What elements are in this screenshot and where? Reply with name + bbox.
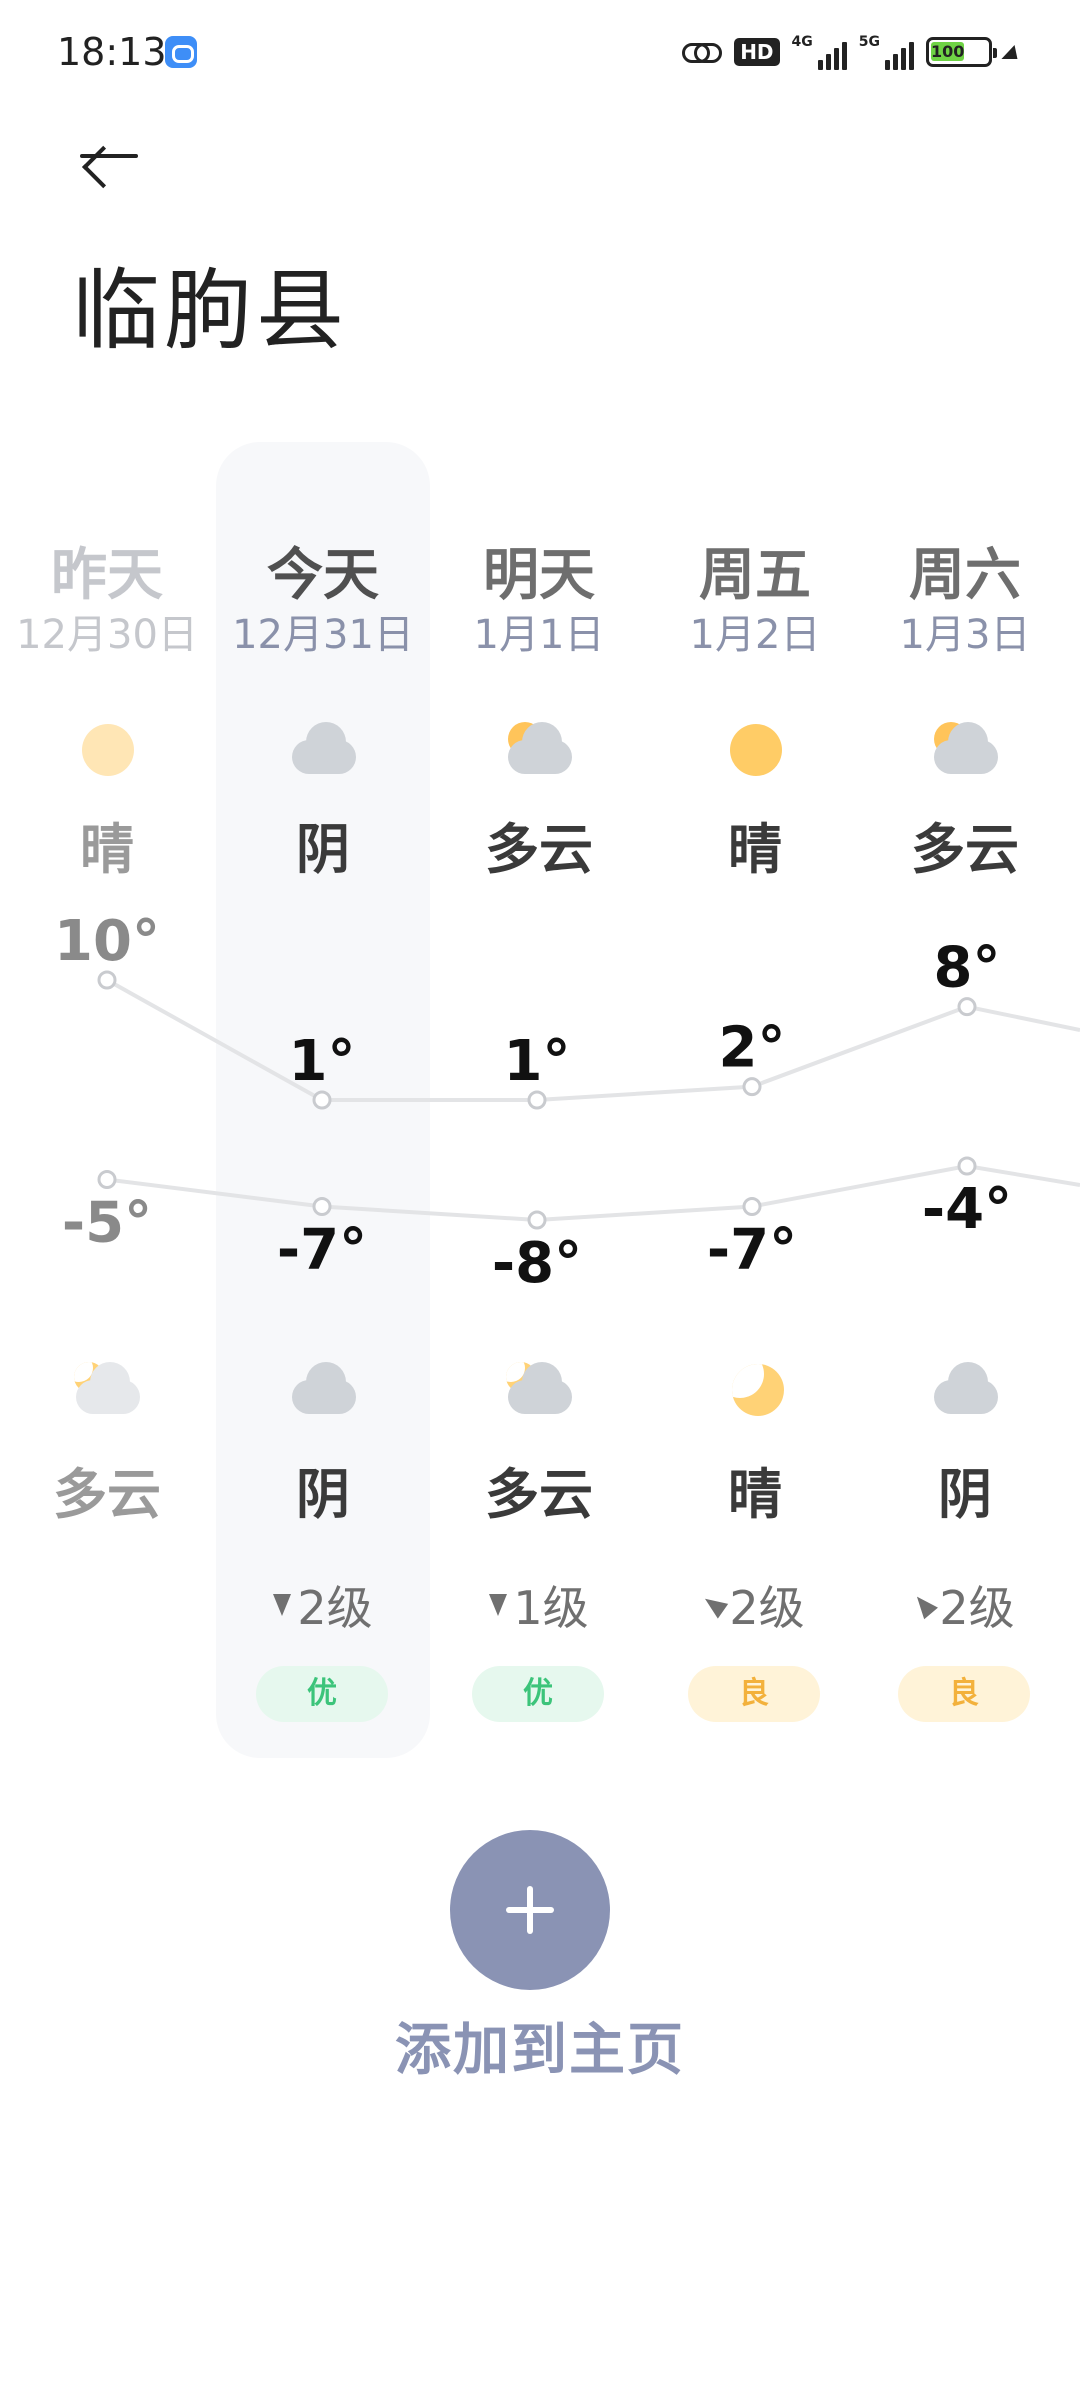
link-icon	[682, 40, 723, 64]
partly-cloudy-night-icon	[504, 1360, 574, 1420]
day-name: 今天	[267, 543, 379, 608]
wind-direction-icon	[489, 1594, 508, 1616]
back-button[interactable]	[66, 120, 146, 190]
day-column-tomorrow[interactable]: 明天 1月1日 多云 多云 1级 优	[432, 520, 646, 1760]
day-date: 12月30日	[16, 612, 198, 658]
aqi-badge: 优	[256, 1666, 388, 1722]
add-to-home-button[interactable]	[450, 1830, 610, 1990]
cloud-icon	[930, 1360, 1000, 1420]
add-to-home-label[interactable]: 添加到主页	[0, 2005, 1080, 2086]
charging-icon	[1001, 45, 1023, 59]
night-condition: 多云	[53, 1463, 161, 1526]
signal-5g-label: 5G	[858, 34, 880, 50]
wind-direction-icon	[273, 1594, 292, 1616]
day-condition: 晴	[80, 818, 134, 881]
wind-info: 1级	[432, 1572, 646, 1638]
wind-direction-icon	[910, 1590, 939, 1620]
aqi-badge: 良	[688, 1666, 820, 1722]
battery-level: 100	[931, 42, 965, 61]
day-condition: 晴	[728, 818, 782, 881]
night-condition: 晴	[728, 1463, 782, 1526]
wind-info: 2级	[216, 1572, 430, 1638]
day-condition: 阴	[296, 818, 350, 881]
day-column-saturday[interactable]: 周六 1月3日 多云 阴 2级 良	[858, 520, 1072, 1760]
wind-info: 2级	[648, 1572, 862, 1638]
status-indicators: HD 4G 5G 100	[682, 30, 1023, 74]
wind-level: 2级	[939, 1581, 1015, 1635]
status-bar: 18:13 HD 4G 5G 100	[0, 0, 1080, 104]
wind-info: 2级	[858, 1572, 1072, 1638]
night-condition: 多云	[485, 1463, 593, 1526]
wind-level: 2级	[729, 1581, 805, 1635]
cloud-icon	[288, 720, 358, 780]
cloud-icon	[288, 1360, 358, 1420]
moon-icon	[720, 1360, 790, 1420]
page-title: 临朐县	[72, 259, 349, 362]
aqi-badge: 优	[472, 1666, 604, 1722]
partly-cloudy-icon	[504, 720, 574, 780]
day-date: 1月3日	[899, 612, 1031, 658]
partly-cloudy-night-icon	[72, 1360, 142, 1420]
day-name: 明天	[483, 543, 595, 608]
signal-4g-icon: 4G	[792, 34, 847, 70]
day-condition: 多云	[911, 818, 1019, 881]
hd-icon: HD	[734, 38, 780, 66]
signal-5g-icon: 5G	[859, 34, 914, 70]
wind-level: 2级	[297, 1581, 373, 1635]
sun-icon	[720, 720, 790, 780]
sun-icon	[72, 720, 142, 780]
wind-level: 1级	[513, 1581, 589, 1635]
day-column-today[interactable]: 今天 12月31日 阴 阴 2级 优	[216, 520, 430, 1760]
signal-4g-label: 4G	[791, 34, 813, 50]
day-date: 1月2日	[689, 612, 821, 658]
app-notification-icon	[165, 36, 197, 68]
wind-direction-icon	[700, 1591, 729, 1619]
day-name: 昨天	[51, 543, 163, 608]
day-column-friday[interactable]: 周五 1月2日 晴 晴 2级 良	[648, 520, 862, 1760]
day-name: 周五	[699, 543, 811, 608]
day-date: 12月31日	[232, 612, 414, 658]
night-condition: 阴	[296, 1463, 350, 1526]
night-condition: 阴	[938, 1463, 992, 1526]
battery-icon: 100	[926, 37, 997, 67]
partly-cloudy-icon	[930, 720, 1000, 780]
day-condition: 多云	[485, 818, 593, 881]
day-name: 周六	[909, 543, 1021, 608]
back-arrow-icon	[80, 154, 138, 158]
day-date: 1月1日	[473, 612, 605, 658]
day-column-yesterday[interactable]: 昨天 12月30日 晴 多云	[0, 520, 214, 1760]
status-time: 18:13	[57, 30, 167, 74]
aqi-badge: 良	[898, 1666, 1030, 1722]
